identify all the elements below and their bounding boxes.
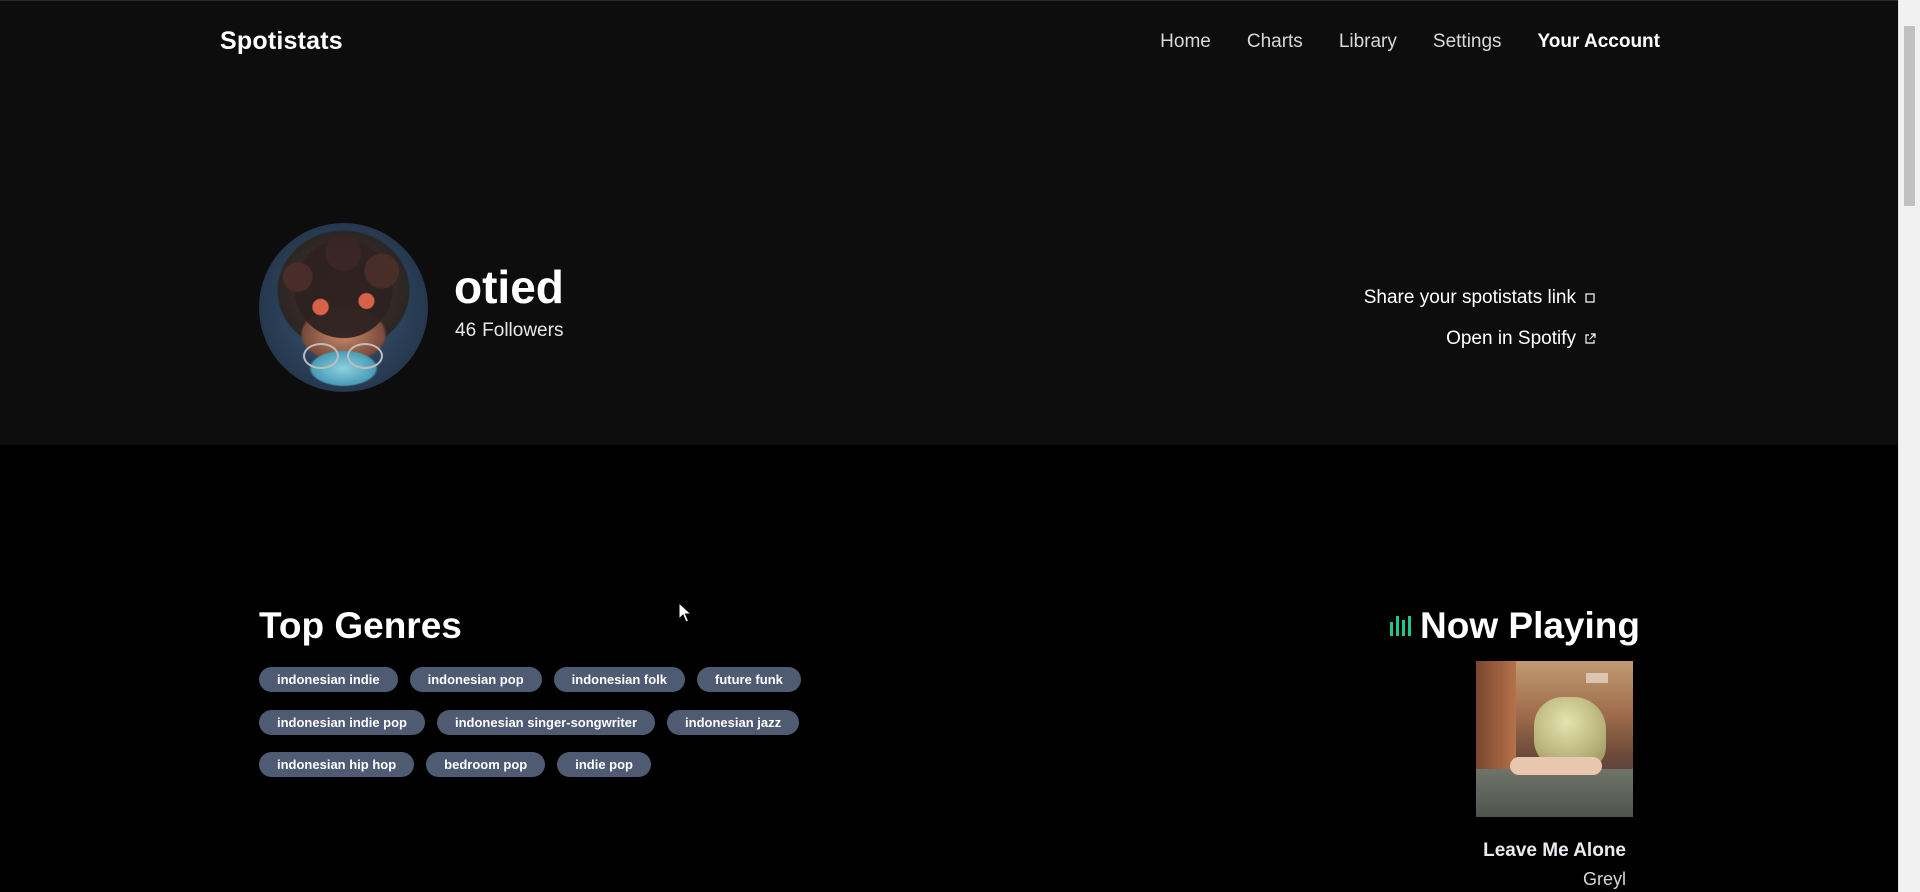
nav-link-library[interactable]: Library: [1339, 31, 1397, 53]
avatar-hair: [267, 229, 420, 349]
genre-tag[interactable]: indonesian pop: [409, 667, 542, 692]
main-content: Top Genres indonesian indie indonesian p…: [0, 445, 1898, 892]
share-link-button[interactable]: Share your spotistats link: [1364, 284, 1596, 312]
scrollbar-thumb[interactable]: [1904, 26, 1915, 206]
page: Spotistats Home Charts Library Settings …: [0, 0, 1898, 892]
equalizer-icon: [1390, 616, 1412, 636]
track-artist[interactable]: Greyl: [1583, 869, 1626, 890]
profile-links: Share your spotistats link Open in Spoti…: [1364, 284, 1596, 353]
profile-header: otied 46 Followers Share your spotistats …: [0, 84, 1898, 445]
genre-row-2: indonesian indie pop indonesian singer-s…: [259, 710, 800, 735]
genre-tag[interactable]: indonesian folk: [553, 667, 685, 692]
album-art-curtain: [1476, 661, 1516, 771]
nav-link-home[interactable]: Home: [1160, 31, 1211, 53]
album-art-table: [1476, 769, 1633, 817]
genre-row-3: indonesian hip hop bedroom pop indie pop: [259, 752, 651, 777]
genre-tag[interactable]: indonesian singer-songwriter: [437, 710, 656, 735]
nav-links: Home Charts Library Settings Your Accoun…: [1160, 31, 1660, 53]
username: otied: [454, 261, 564, 313]
avatar: [259, 223, 428, 392]
followers-count: 46: [455, 320, 477, 341]
album-art-arm: [1510, 757, 1602, 775]
genre-tag[interactable]: indonesian jazz: [667, 710, 800, 735]
genre-tag[interactable]: bedroom pop: [426, 752, 546, 777]
nav-link-your-account[interactable]: Your Account: [1538, 31, 1660, 53]
browser-viewport: Spotistats Home Charts Library Settings …: [0, 0, 1920, 892]
genre-tag[interactable]: indonesian hip hop: [259, 752, 415, 777]
followers-label: Followers: [482, 320, 564, 341]
top-genres-title: Top Genres: [259, 605, 462, 646]
open-in-spotify-link[interactable]: Open in Spotify: [1364, 325, 1596, 353]
genre-tag[interactable]: future funk: [696, 667, 801, 692]
followers-text: 46 Followers: [455, 320, 569, 342]
navbar: Spotistats Home Charts Library Settings …: [0, 0, 1898, 84]
share-link-label: Share your spotistats link: [1363, 287, 1576, 308]
genre-row-1: indonesian indie indonesian pop indonesi…: [259, 667, 801, 692]
brand-logo[interactable]: Spotistats: [220, 27, 343, 56]
copy-icon: [1585, 293, 1595, 303]
avatar-glasses-left: [303, 343, 339, 369]
nav-link-settings[interactable]: Settings: [1433, 31, 1502, 53]
genre-tag[interactable]: indonesian indie pop: [259, 710, 425, 735]
nav-link-charts[interactable]: Charts: [1247, 31, 1303, 53]
track-title[interactable]: Leave Me Alone: [1483, 840, 1626, 862]
album-art-label: [1586, 673, 1608, 683]
mouse-cursor-icon: [678, 602, 692, 623]
now-playing-title: Now Playing: [1390, 605, 1640, 647]
album-art[interactable]: [1476, 661, 1633, 817]
avatar-glasses-right: [347, 343, 383, 369]
now-playing-label: Now Playing: [1420, 605, 1640, 646]
vertical-scrollbar[interactable]: [1898, 0, 1920, 892]
external-link-icon: [1585, 333, 1596, 344]
open-in-spotify-label: Open in Spotify: [1446, 328, 1576, 349]
genre-tag[interactable]: indie pop: [557, 752, 651, 777]
genre-tag[interactable]: indonesian indie: [259, 667, 398, 692]
